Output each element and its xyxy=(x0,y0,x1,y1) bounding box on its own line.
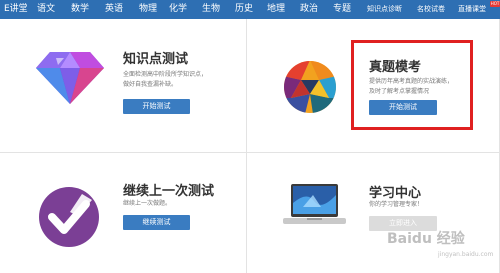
top-nav: E讲堂 语文 数学 英语 物理 化学 生物 历史 地理 政治 专题 知识点诊断 … xyxy=(0,0,500,19)
nav-item-ejiangtang[interactable]: E讲堂 xyxy=(4,0,28,19)
learning-center-desc: 你的学习管理专家！ xyxy=(369,201,424,208)
nav-item-english[interactable]: 英语 xyxy=(105,0,123,19)
nav-item-geography[interactable]: 地理 xyxy=(267,0,285,19)
highlight-box xyxy=(351,40,473,130)
nav-item-topics[interactable]: 专题 xyxy=(333,0,351,19)
nav-item-politics[interactable]: 政治 xyxy=(300,0,318,19)
baidu-watermark-url: jingyan.baidu.com xyxy=(438,251,494,258)
nav-item-math[interactable]: 数学 xyxy=(71,0,89,19)
divider-horizontal xyxy=(0,152,500,153)
nav-item-biology[interactable]: 生物 xyxy=(202,0,220,19)
learning-center-title: 学习中心 xyxy=(369,186,422,201)
knowledge-test-title: 知识点测试 xyxy=(123,52,189,67)
nav-item-papers[interactable]: 名校试卷 xyxy=(417,0,445,19)
knowledge-test-desc-2: 做好自我查漏补缺。 xyxy=(123,81,178,88)
nav-item-live[interactable]: 直播课堂 xyxy=(458,0,486,19)
diamond-icon xyxy=(36,50,104,104)
nav-item-chinese[interactable]: 语文 xyxy=(37,0,55,19)
continue-test-button[interactable]: 继续测试 xyxy=(123,215,190,230)
mosaic-globe-icon xyxy=(283,60,337,114)
knowledge-test-desc-1: 全面检测高中阶段所学知识点， xyxy=(123,71,208,78)
continue-test-title: 继续上一次测试 xyxy=(123,184,215,199)
continue-test-desc: 继续上一次做题。 xyxy=(123,200,172,207)
baidu-watermark: Baidu 经验 xyxy=(387,231,465,247)
nav-item-chemistry[interactable]: 化学 xyxy=(169,0,187,19)
nav-item-diagnosis[interactable]: 知识点诊断 xyxy=(367,0,402,19)
check-circle-icon xyxy=(38,186,100,248)
nav-item-physics[interactable]: 物理 xyxy=(139,0,157,19)
hot-badge: HOT xyxy=(490,1,500,7)
laptop-icon xyxy=(283,183,346,227)
divider-vertical xyxy=(246,19,247,273)
nav-item-history[interactable]: 历史 xyxy=(235,0,253,19)
knowledge-test-start-button[interactable]: 开始测试 xyxy=(123,99,190,114)
